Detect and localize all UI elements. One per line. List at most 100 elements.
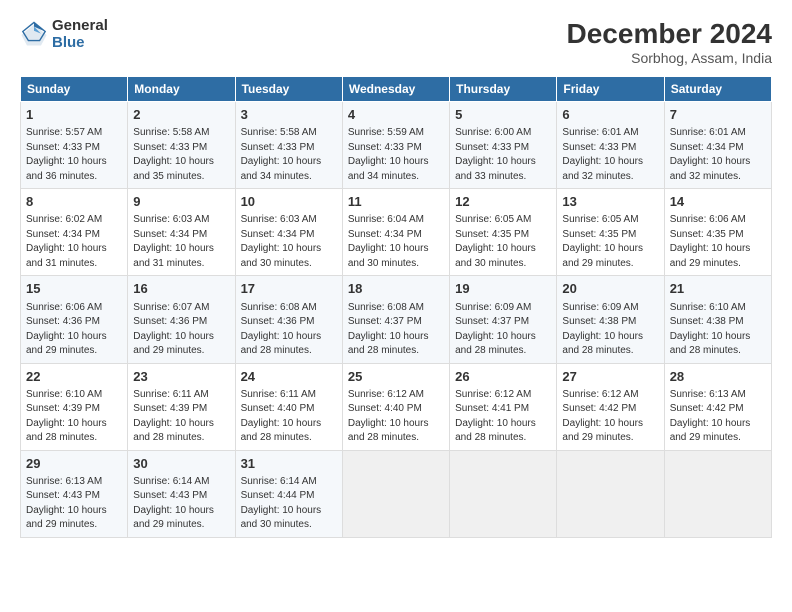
cell [557,450,664,537]
day-number: 23 [133,368,229,386]
cell: 14Sunrise: 6:06 AM Sunset: 4:35 PM Dayli… [664,189,771,276]
cell [342,450,449,537]
day-number: 20 [562,280,658,298]
cell: 31Sunrise: 6:14 AM Sunset: 4:44 PM Dayli… [235,450,342,537]
cell: 28 Sunrise: 6:13 AM Sunset: 4:42 PM Dayli… [664,363,771,450]
day-number: 8 [26,193,122,211]
cell: 29Sunrise: 6:13 AM Sunset: 4:43 PM Dayli… [21,450,128,537]
day-number: 22 [26,368,122,386]
cell: 10Sunrise: 6:03 AM Sunset: 4:34 PM Dayli… [235,189,342,276]
day-number: 18 [348,280,444,298]
header-row: Sunday Monday Tuesday Wednesday Thursday… [21,77,772,102]
day-number: 15 [26,280,122,298]
cell-content: Sunrise: 6:06 AM Sunset: 4:36 PM Dayligh… [26,301,122,359]
cell: 24Sunrise: 6:11 AM Sunset: 4:40 PM Dayli… [235,363,342,450]
calendar-table: Sunday Monday Tuesday Wednesday Thursday… [20,76,772,538]
week-row-3: 15 Sunrise: 6:06 AM Sunset: 4:36 PM Dayli… [21,276,772,363]
cell-content: Sunrise: 6:08 AM Sunset: 4:36 PM Dayligh… [241,301,337,359]
day-number: 30 [133,455,229,473]
cell: 15 Sunrise: 6:06 AM Sunset: 4:36 PM Dayli… [21,276,128,363]
day-number: 3 [241,106,337,124]
day-number: 11 [348,193,444,211]
cell-content: Sunrise: 6:00 AM Sunset: 4:33 PM Dayligh… [455,126,551,184]
header: General Blue December 2024 Sorbhog, Assa… [20,18,772,66]
cell-content: Sunrise: 5:58 AM Sunset: 4:33 PM Dayligh… [133,126,229,184]
day-number: 24 [241,368,337,386]
cell: 5 Sunrise: 6:00 AM Sunset: 4:33 PM Daylig… [450,102,557,189]
cell-content: Sunrise: 6:06 AM Sunset: 4:35 PM Dayligh… [670,213,766,271]
day-number: 29 [26,455,122,473]
cell: 7 Sunrise: 6:01 AM Sunset: 4:34 PM Daylig… [664,102,771,189]
cell-content: Sunrise: 5:59 AM Sunset: 4:33 PM Dayligh… [348,126,444,184]
cell-content: Sunrise: 6:12 AM Sunset: 4:42 PM Dayligh… [562,388,658,446]
cell-content: Sunrise: 6:13 AM Sunset: 4:42 PM Dayligh… [670,388,766,446]
logo-icon [20,21,48,49]
week-row-1: 1Sunrise: 5:57 AM Sunset: 4:33 PM Daylig… [21,102,772,189]
cell-content: Sunrise: 5:58 AM Sunset: 4:33 PM Dayligh… [241,126,337,184]
day-number: 6 [562,106,658,124]
cell-content: Sunrise: 6:14 AM Sunset: 4:43 PM Dayligh… [133,475,229,533]
cell-content: Sunrise: 6:09 AM Sunset: 4:38 PM Dayligh… [562,301,658,359]
col-sunday: Sunday [21,77,128,102]
cell: 27Sunrise: 6:12 AM Sunset: 4:42 PM Dayli… [557,363,664,450]
col-monday: Monday [128,77,235,102]
cell: 9 Sunrise: 6:03 AM Sunset: 4:34 PM Daylig… [128,189,235,276]
cell-content: Sunrise: 6:07 AM Sunset: 4:36 PM Dayligh… [133,301,229,359]
col-friday: Friday [557,77,664,102]
day-number: 21 [670,280,766,298]
cell-content: Sunrise: 6:01 AM Sunset: 4:34 PM Dayligh… [670,126,766,184]
day-number: 13 [562,193,658,211]
cell-content: Sunrise: 6:05 AM Sunset: 4:35 PM Dayligh… [562,213,658,271]
week-row-4: 22Sunrise: 6:10 AM Sunset: 4:39 PM Dayli… [21,363,772,450]
day-number: 4 [348,106,444,124]
logo-blue: Blue [52,35,108,52]
cell: 30 Sunrise: 6:14 AM Sunset: 4:43 PM Dayli… [128,450,235,537]
cell-content: Sunrise: 6:14 AM Sunset: 4:44 PM Dayligh… [241,475,337,533]
cell: 1Sunrise: 5:57 AM Sunset: 4:33 PM Daylig… [21,102,128,189]
day-number: 25 [348,368,444,386]
logo-general: General [52,18,108,35]
cell: 20 Sunrise: 6:09 AM Sunset: 4:38 PM Dayli… [557,276,664,363]
day-number: 9 [133,193,229,211]
col-wednesday: Wednesday [342,77,449,102]
cell: 6Sunrise: 6:01 AM Sunset: 4:33 PM Daylig… [557,102,664,189]
cell: 22Sunrise: 6:10 AM Sunset: 4:39 PM Dayli… [21,363,128,450]
cell: 18Sunrise: 6:08 AM Sunset: 4:37 PM Dayli… [342,276,449,363]
day-number: 1 [26,106,122,124]
col-saturday: Saturday [664,77,771,102]
cell: 13 Sunrise: 6:05 AM Sunset: 4:35 PM Dayli… [557,189,664,276]
day-number: 19 [455,280,551,298]
logo-text: General Blue [52,18,108,51]
cell: 23 Sunrise: 6:11 AM Sunset: 4:39 PM Dayli… [128,363,235,450]
cell: 8 Sunrise: 6:02 AM Sunset: 4:34 PM Daylig… [21,189,128,276]
logo: General Blue [20,18,108,51]
day-number: 2 [133,106,229,124]
cell-content: Sunrise: 6:04 AM Sunset: 4:34 PM Dayligh… [348,213,444,271]
cell-content: Sunrise: 6:12 AM Sunset: 4:40 PM Dayligh… [348,388,444,446]
day-number: 7 [670,106,766,124]
cell: 4 Sunrise: 5:59 AM Sunset: 4:33 PM Daylig… [342,102,449,189]
cell: 21Sunrise: 6:10 AM Sunset: 4:38 PM Dayli… [664,276,771,363]
cell-content: Sunrise: 6:02 AM Sunset: 4:34 PM Dayligh… [26,213,122,271]
cell: 19 Sunrise: 6:09 AM Sunset: 4:37 PM Dayli… [450,276,557,363]
cell: 12 Sunrise: 6:05 AM Sunset: 4:35 PM Dayli… [450,189,557,276]
day-number: 28 [670,368,766,386]
cell-content: Sunrise: 6:03 AM Sunset: 4:34 PM Dayligh… [133,213,229,271]
day-number: 17 [241,280,337,298]
day-number: 16 [133,280,229,298]
col-thursday: Thursday [450,77,557,102]
cell: 3 Sunrise: 5:58 AM Sunset: 4:33 PM Daylig… [235,102,342,189]
cell-content: Sunrise: 6:09 AM Sunset: 4:37 PM Dayligh… [455,301,551,359]
day-number: 12 [455,193,551,211]
cell: 2 Sunrise: 5:58 AM Sunset: 4:33 PM Daylig… [128,102,235,189]
day-number: 5 [455,106,551,124]
cell: 11 Sunrise: 6:04 AM Sunset: 4:34 PM Dayli… [342,189,449,276]
cell-content: Sunrise: 6:12 AM Sunset: 4:41 PM Dayligh… [455,388,551,446]
day-number: 26 [455,368,551,386]
day-number: 10 [241,193,337,211]
cell [450,450,557,537]
cell [664,450,771,537]
week-row-2: 8 Sunrise: 6:02 AM Sunset: 4:34 PM Daylig… [21,189,772,276]
cell-content: Sunrise: 6:11 AM Sunset: 4:39 PM Dayligh… [133,388,229,446]
cell-content: Sunrise: 6:05 AM Sunset: 4:35 PM Dayligh… [455,213,551,271]
